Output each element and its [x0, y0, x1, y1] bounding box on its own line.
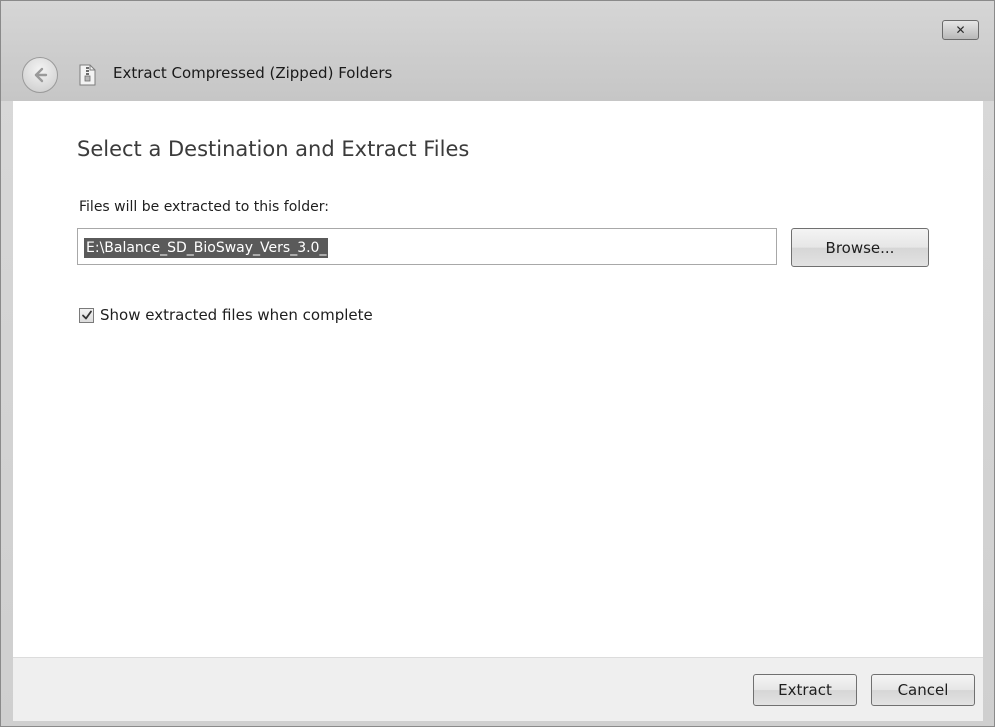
extract-dialog-window: ✕ Extract Compressed (Zipped) Folders Se…: [0, 0, 995, 727]
checkmark-icon: [81, 310, 92, 320]
destination-path-input[interactable]: E:\Balance_SD_BioSway_Vers_3.0_: [77, 228, 777, 265]
extract-button[interactable]: Extract: [753, 674, 857, 706]
cancel-button[interactable]: Cancel: [871, 674, 975, 706]
destination-path-text: E:\Balance_SD_BioSway_Vers_3.0_: [84, 238, 329, 258]
dialog-footer: Extract Cancel: [13, 657, 983, 721]
dialog-content: Select a Destination and Extract Files F…: [13, 101, 983, 657]
close-button[interactable]: ✕: [942, 20, 979, 40]
close-icon: ✕: [955, 23, 966, 37]
show-files-label: Show extracted files when complete: [100, 306, 373, 324]
window-title: Extract Compressed (Zipped) Folders: [113, 64, 393, 82]
page-title: Select a Destination and Extract Files: [77, 137, 470, 161]
destination-label: Files will be extracted to this folder:: [79, 199, 329, 215]
title-bar: ✕ Extract Compressed (Zipped) Folders: [1, 1, 994, 101]
back-arrow-icon: [34, 67, 48, 83]
show-files-checkbox[interactable]: [79, 307, 94, 323]
show-files-option[interactable]: Show extracted files when complete: [79, 306, 373, 324]
browse-button[interactable]: Browse...: [791, 228, 929, 267]
zip-folder-icon: [79, 64, 96, 86]
back-button[interactable]: [22, 57, 58, 93]
